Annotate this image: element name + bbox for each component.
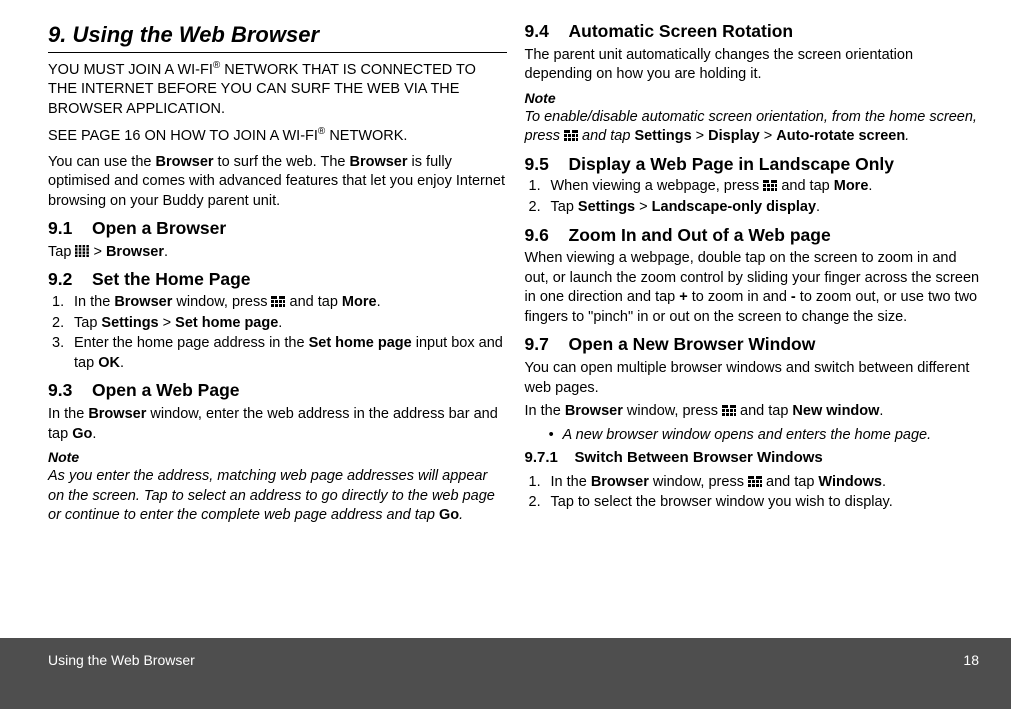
list-item: 1.In the Browser window, press and tap W…	[529, 473, 984, 493]
section-9-7: 9.7 Open a New Browser Window	[525, 333, 984, 357]
list-item: 1.When viewing a webpage, press and tap …	[529, 177, 984, 197]
note-heading: Note	[525, 89, 984, 108]
apps-grid-icon	[75, 244, 89, 256]
note-heading: Note	[48, 448, 507, 467]
list-item: 2.Tap Settings > Set home page.	[52, 314, 507, 334]
footer-title: Using the Web Browser	[48, 652, 195, 709]
section-9-1: 9.1 Open a Browser	[48, 217, 507, 241]
section-9-7-1: 9.7.1 Switch Between Browser Windows	[525, 448, 984, 468]
section-9-4: 9.4 Automatic Screen Rotation	[525, 20, 984, 44]
section-9-3: 9.3 Open a Web Page	[48, 379, 507, 403]
section-9-2-list: 1.In the Browser window, press and tap M…	[52, 293, 507, 373]
left-column: 9. Using the Web Browser YOU MUST JOIN A…	[48, 20, 507, 630]
page-footer: Using the Web Browser 18	[0, 638, 1011, 709]
menu-icon	[748, 474, 762, 485]
intro-para-3: You can use the Browser to surf the web.…	[48, 153, 507, 212]
section-9-6: 9.6 Zoom In and Out of a Web page	[525, 224, 984, 248]
section-9-2: 9.2 Set the Home Page	[48, 268, 507, 292]
section-9-6-body: When viewing a webpage, double tap on th…	[525, 249, 984, 327]
right-column: 9.4 Automatic Screen Rotation The parent…	[525, 20, 984, 630]
chapter-num: 9.	[48, 22, 66, 47]
list-item: 1.In the Browser window, press and tap M…	[52, 293, 507, 313]
section-9-1-body: Tap > Browser.	[48, 243, 507, 263]
list-item: 2.Tap Settings > Landscape-only display.	[529, 198, 984, 218]
section-9-3-body: In the Browser window, enter the web add…	[48, 405, 507, 444]
note-body: As you enter the address, matching web p…	[48, 467, 507, 526]
section-9-7-body2: In the Browser window, press and tap New…	[525, 402, 984, 422]
page-number: 18	[963, 652, 979, 709]
menu-icon	[763, 178, 777, 189]
menu-icon	[722, 403, 736, 414]
intro-para-2: SEE PAGE 16 ON HOW TO JOIN A WI-FI® NETW…	[48, 125, 507, 146]
chapter-title: 9. Using the Web Browser	[48, 20, 507, 53]
section-9-4-body: The parent unit automatically changes th…	[525, 46, 984, 85]
section-9-5: 9.5 Display a Web Page in Landscape Only	[525, 153, 984, 177]
list-item: 3.Enter the home page address in the Set…	[52, 334, 507, 373]
section-9-7-1-list: 1.In the Browser window, press and tap W…	[529, 473, 984, 513]
list-item: •A new browser window opens and enters t…	[549, 426, 984, 446]
chapter-name: Using the Web Browser	[72, 22, 319, 47]
section-9-7-bullets: •A new browser window opens and enters t…	[549, 426, 984, 446]
menu-icon	[564, 128, 578, 139]
section-9-5-list: 1.When viewing a webpage, press and tap …	[529, 177, 984, 217]
intro-para-1: YOU MUST JOIN A WI-FI® NETWORK THAT IS C…	[48, 59, 507, 120]
note-body: To enable/disable automatic screen orien…	[525, 108, 984, 147]
section-9-7-body1: You can open multiple browser windows an…	[525, 359, 984, 398]
list-item: 2.Tap to select the browser window you w…	[529, 493, 984, 513]
menu-icon	[271, 294, 285, 305]
page-content: 9. Using the Web Browser YOU MUST JOIN A…	[0, 0, 1011, 640]
